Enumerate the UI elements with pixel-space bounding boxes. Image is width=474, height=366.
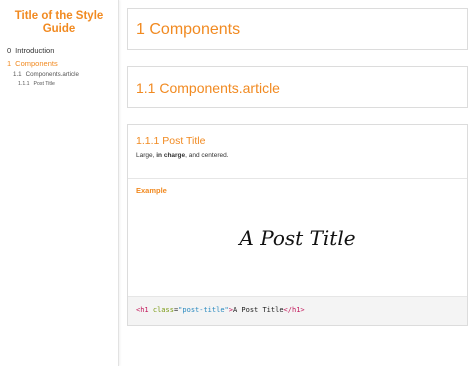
nav-label: Post Title [33,81,55,87]
section-title: Components.article [159,80,280,96]
section-number: 1.1 [136,80,156,96]
section-heading: 1.1.1 Post Title [136,135,205,147]
nav-item-post-title[interactable]: 1.1.1 Post Title [0,80,118,89]
code-attr-value: "post-title" [178,306,229,314]
section-components: 1 Components [127,8,468,50]
section-description: Large, in charge, and centered. [136,152,229,159]
nav-number: 1.1.1 [18,81,30,87]
code-snippet[interactable]: <h1 class="post-title">A Post Title</h1> [128,296,467,325]
nav-label: Components.article [25,71,79,78]
section-components-article: 1.1 Components.article [127,66,468,108]
nav-number: 0 [7,46,12,55]
desc-text: , and centered. [185,152,229,159]
sidebar-nav: 0 Introduction 1 Components 1.1 Componen… [0,44,118,89]
example-area: Example A Post Title [128,178,467,297]
section-heading: 1 Components [136,21,240,39]
example-post-title: A Post Title [239,226,356,250]
example-label: Example [136,186,167,195]
section-title: Post Title [162,135,206,147]
section-title: Components [149,21,241,38]
code-attr: class [152,306,174,314]
nav-number: 1 [7,59,12,68]
section-post-title: 1.1.1 Post Title Large, in charge, and c… [127,124,468,326]
sidebar-title[interactable]: Title of the Style Guide [6,10,112,36]
nav-number: 1.1 [13,71,22,78]
nav-item-components[interactable]: 1 Components [0,57,118,70]
section-heading: 1.1 Components.article [136,80,280,96]
code-open-tag: <h1 [136,306,149,314]
nav-label: Components [15,59,58,68]
code-line: <h1 class="post-title">A Post Title</h1> [136,306,305,314]
desc-bold-text: in charge [156,152,186,159]
section-number: 1.1.1 [136,135,160,147]
nav-item-introduction[interactable]: 0 Introduction [0,44,118,57]
code-close-tag: </h1> [283,306,305,314]
nav-label: Introduction [15,46,55,55]
code-text: A Post Title [232,306,284,314]
desc-text: Large, [136,152,157,159]
section-number: 1 [136,21,145,38]
nav-item-components-article[interactable]: 1.1 Components.article [0,70,118,80]
sidebar: Title of the Style Guide 0 Introduction … [0,0,119,366]
